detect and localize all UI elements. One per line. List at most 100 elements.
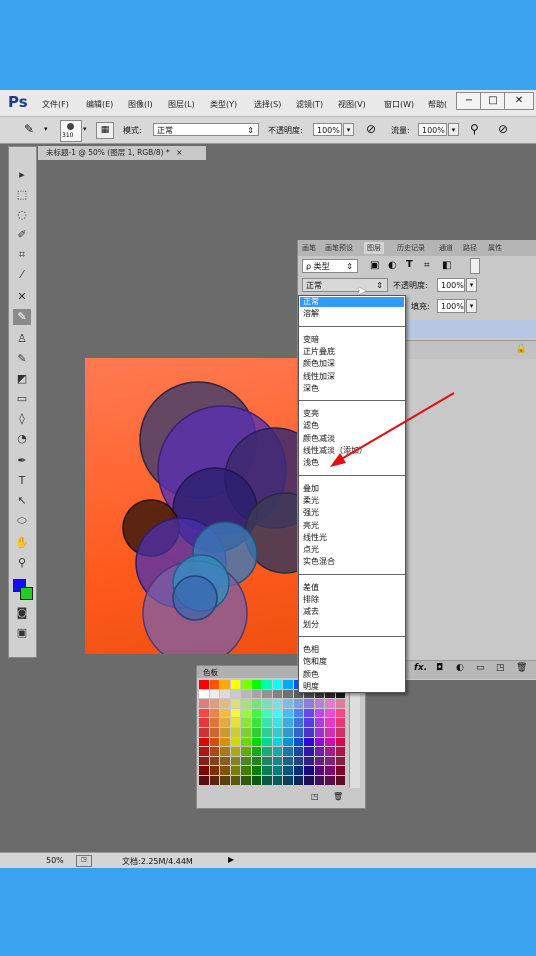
blend-mode-option[interactable]: 线性加深 <box>303 372 335 382</box>
color-swatch[interactable] <box>241 747 251 756</box>
blend-mode-option[interactable]: 正片叠底 <box>303 347 335 357</box>
color-swatch[interactable] <box>335 756 345 766</box>
zoom-level[interactable]: 50% <box>46 856 64 865</box>
color-swatch[interactable] <box>251 699 261 708</box>
airbrush-icon[interactable]: ⚲ <box>470 122 479 136</box>
blend-mode-option[interactable]: 点光 <box>303 545 319 555</box>
color-swatch[interactable] <box>199 728 209 737</box>
tab-layers[interactable]: 图层 <box>364 242 384 254</box>
menu-filter[interactable]: 滤镜(T) <box>296 99 323 110</box>
color-swatch[interactable] <box>230 747 240 756</box>
color-swatch[interactable] <box>272 708 282 718</box>
pixel-filter-icon[interactable]: ▣ <box>370 260 379 271</box>
color-swatch[interactable] <box>293 737 303 747</box>
adjustment-layer-icon[interactable]: ◐ <box>456 663 464 673</box>
screen-mode-icon[interactable]: ▣ <box>13 625 31 641</box>
blend-mode-option[interactable]: 色相 <box>303 645 319 655</box>
color-swatch[interactable] <box>230 766 240 775</box>
color-swatch[interactable] <box>283 680 293 689</box>
layer-row[interactable]: 🔒 <box>406 340 536 359</box>
color-swatch[interactable] <box>262 718 272 727</box>
hand-tool-icon[interactable]: ✋ <box>13 535 31 551</box>
color-swatch[interactable] <box>199 747 209 756</box>
color-swatch[interactable] <box>209 766 219 775</box>
color-swatch[interactable] <box>262 766 272 775</box>
color-swatch[interactable] <box>304 699 314 708</box>
move-tool-icon[interactable]: ▸ <box>13 167 31 183</box>
quick-mask-icon[interactable]: ◙ <box>13 605 31 621</box>
color-swatch[interactable] <box>241 728 251 737</box>
tab-properties[interactable]: 属性 <box>488 242 502 254</box>
chevron-down-icon[interactable]: ▾ <box>83 125 87 133</box>
color-swatch[interactable] <box>220 718 230 727</box>
color-swatch[interactable] <box>262 708 272 718</box>
color-swatch[interactable] <box>230 699 240 708</box>
color-swatch[interactable] <box>272 766 282 775</box>
color-swatch[interactable] <box>262 689 272 699</box>
blend-mode-option[interactable]: 叠加 <box>303 484 319 494</box>
trash-icon[interactable]: 🗑 <box>333 792 343 801</box>
layer-filter-select[interactable]: ρ 类型 ⇕ <box>302 259 358 273</box>
maximize-button[interactable]: □ <box>480 92 506 110</box>
layer-opacity-input[interactable]: 100% <box>437 278 465 292</box>
smart-object-filter-icon[interactable]: ◧ <box>442 260 451 271</box>
color-swatch[interactable] <box>293 747 303 756</box>
color-swatch[interactable] <box>262 699 272 708</box>
blend-mode-option[interactable]: 线性光 <box>303 533 327 543</box>
color-swatch[interactable] <box>251 718 261 727</box>
color-swatch[interactable] <box>251 728 261 737</box>
color-swatch[interactable] <box>335 708 345 718</box>
color-swatch[interactable] <box>230 708 240 718</box>
color-swatch[interactable] <box>241 756 251 766</box>
path-select-tool-icon[interactable]: ↖ <box>13 493 31 509</box>
color-swatch[interactable] <box>335 737 345 747</box>
menu-edit[interactable]: 编辑(E) <box>86 99 113 110</box>
status-menu-arrow-icon[interactable]: ▶ <box>228 855 234 864</box>
color-swatch[interactable] <box>325 747 335 756</box>
color-swatch[interactable] <box>314 737 324 747</box>
color-swatch[interactable] <box>272 689 282 699</box>
color-swatch[interactable] <box>220 728 230 737</box>
color-swatch[interactable] <box>199 766 209 775</box>
color-swatch[interactable] <box>262 747 272 756</box>
color-swatch[interactable] <box>272 728 282 737</box>
close-button[interactable]: ✕ <box>504 92 534 110</box>
color-swatch[interactable] <box>251 766 261 775</box>
color-swatch[interactable] <box>335 718 345 727</box>
color-swatch[interactable] <box>209 689 219 699</box>
color-swatch[interactable] <box>293 699 303 708</box>
new-layer-icon[interactable]: ◳ <box>496 663 505 673</box>
color-swatch[interactable] <box>272 718 282 727</box>
swatch-grid[interactable] <box>199 680 349 788</box>
quick-select-tool-icon[interactable]: ✐ <box>13 227 31 243</box>
tab-paths[interactable]: 路径 <box>463 242 477 254</box>
tab-history[interactable]: 历史记录 <box>397 242 425 254</box>
blend-mode-option[interactable]: 颜色 <box>303 670 319 680</box>
background-color-swatch[interactable] <box>20 587 33 600</box>
blend-mode-option[interactable]: 颜色加深 <box>303 359 335 369</box>
brush-tool-icon[interactable]: ✎ <box>24 122 34 136</box>
color-swatch[interactable] <box>272 737 282 747</box>
color-swatch[interactable] <box>314 718 324 727</box>
blend-mode-option[interactable]: 实色混合 <box>303 557 335 567</box>
opacity-dropdown-icon[interactable]: ▾ <box>343 123 354 136</box>
color-swatch[interactable] <box>241 766 251 775</box>
color-swatch[interactable] <box>304 718 314 727</box>
color-swatch[interactable] <box>199 776 209 785</box>
color-swatch[interactable] <box>230 728 240 737</box>
close-tab-icon[interactable]: × <box>176 148 182 157</box>
color-swatch[interactable] <box>251 747 261 756</box>
color-swatch[interactable] <box>199 699 209 708</box>
type-tool-icon[interactable]: T <box>13 473 31 489</box>
color-swatch[interactable] <box>325 718 335 727</box>
color-swatch[interactable] <box>283 776 293 785</box>
blend-mode-option[interactable]: 饱和度 <box>303 657 327 667</box>
color-swatch[interactable] <box>293 756 303 766</box>
color-swatch[interactable] <box>314 728 324 737</box>
blend-mode-option[interactable]: 划分 <box>303 620 319 630</box>
blend-mode-option[interactable]: 减去 <box>303 607 319 617</box>
color-swatch[interactable] <box>199 737 209 747</box>
color-swatch[interactable] <box>209 728 219 737</box>
color-swatch[interactable] <box>272 699 282 708</box>
color-swatch[interactable] <box>199 718 209 727</box>
